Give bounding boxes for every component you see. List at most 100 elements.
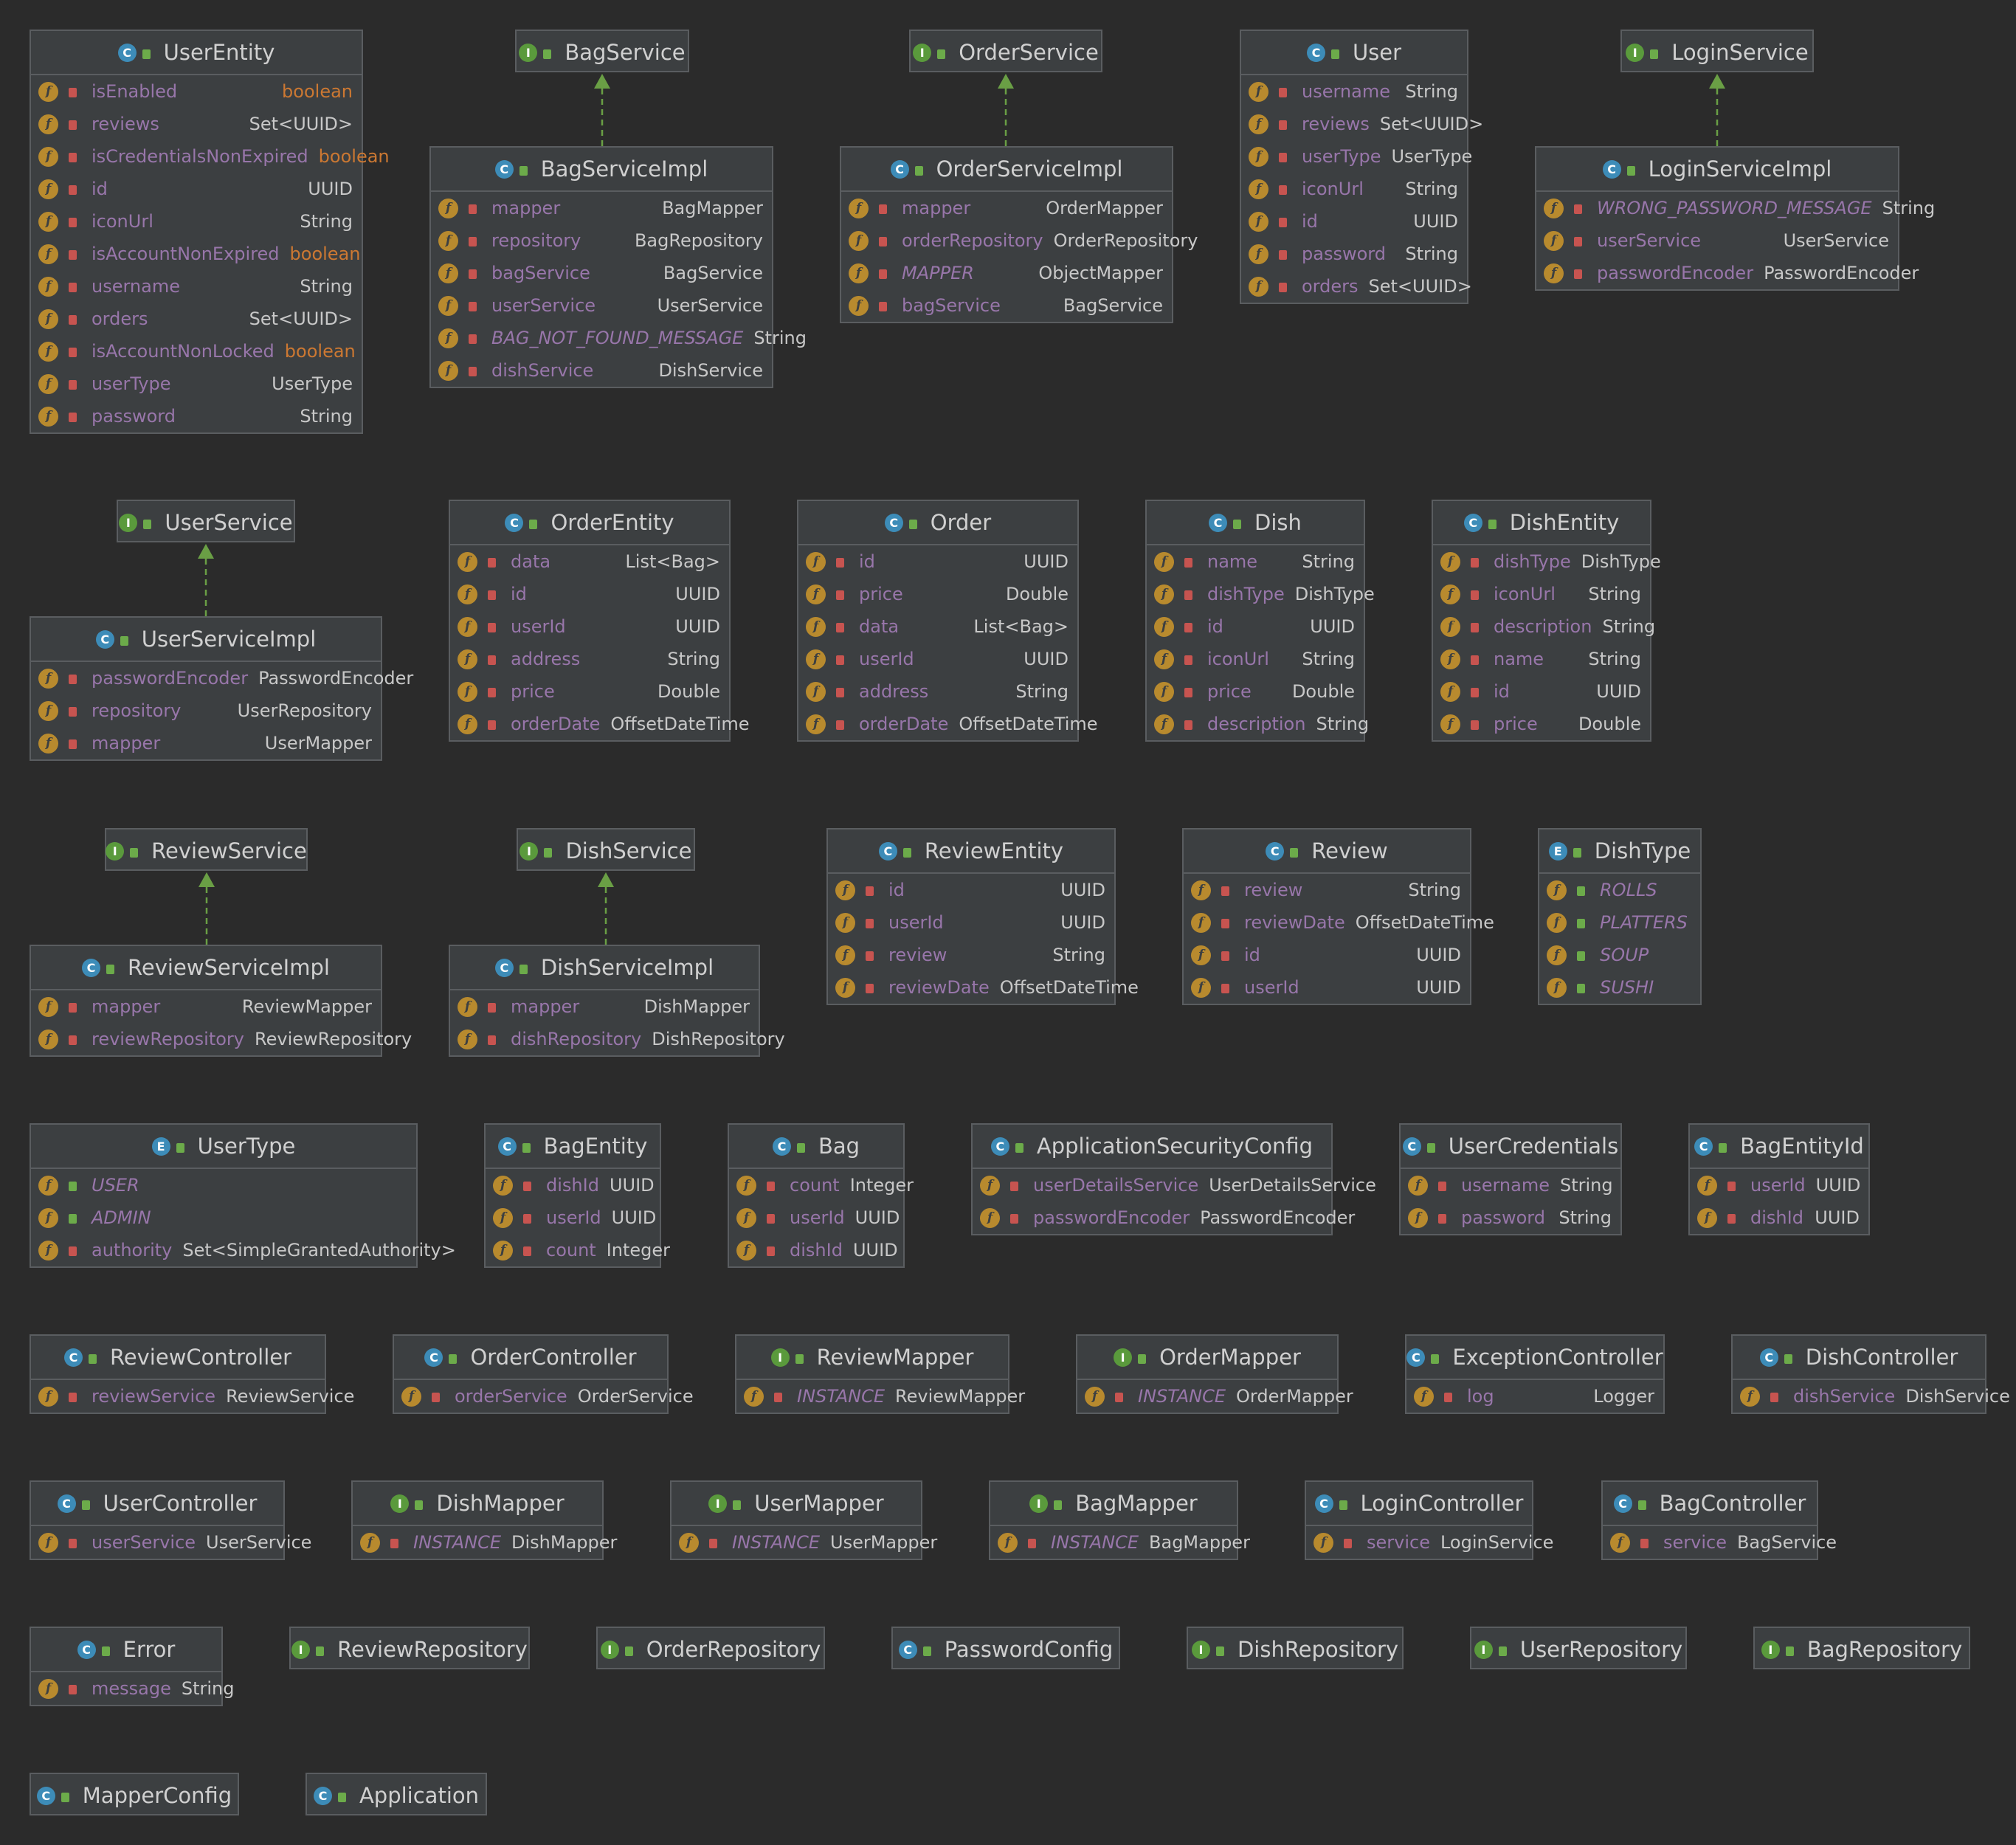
class-box-review-service-impl[interactable]: C ReviewServiceImpl f mapper ReviewMapper f re… (30, 945, 412, 1057)
class-header[interactable]: C ExceptionController (1406, 1336, 1663, 1380)
field-row[interactable]: f ROLLS (1539, 874, 1700, 906)
field-row[interactable]: f iconUrl String (1147, 643, 1364, 675)
class-box-order-service[interactable]: I OrderService (909, 30, 1102, 72)
class-box-review-mapper[interactable]: I ReviewMapper f INSTANCE ReviewMapper (735, 1334, 1025, 1414)
class-header[interactable]: I BagMapper (990, 1482, 1237, 1526)
class-header[interactable]: C DishServiceImpl (450, 946, 759, 990)
field-row[interactable]: f INSTANCE BagMapper (990, 1526, 1250, 1559)
class-header[interactable]: C ReviewController (31, 1336, 325, 1380)
class-box-review-entity[interactable]: C ReviewEntity f id UUID f userId UUID f review St… (826, 828, 1139, 1005)
class-box-review-repository[interactable]: I ReviewRepository (289, 1627, 530, 1669)
class-header[interactable]: C User (1241, 31, 1467, 75)
field-row[interactable]: f passwordEncoder PasswordEncoder (1536, 257, 1919, 289)
field-row[interactable]: f dishService DishService (431, 354, 772, 387)
class-header[interactable]: C Bag (729, 1125, 903, 1169)
class-header[interactable]: C ReviewServiceImpl (31, 946, 381, 990)
class-box-login-controller[interactable]: C LoginController f service LoginService (1305, 1480, 1553, 1560)
field-row[interactable]: f userId UUID (798, 643, 1077, 675)
field-row[interactable]: f MAPPER ObjectMapper (841, 257, 1172, 289)
field-row[interactable]: f authority Set<SimpleGrantedAuthority> (31, 1234, 456, 1266)
field-row[interactable]: f reviews Set<UUID> (1241, 108, 1483, 140)
class-header[interactable]: C LoginController (1306, 1482, 1532, 1526)
class-header[interactable]: I ReviewMapper (736, 1336, 1008, 1380)
field-row[interactable]: f userId UUID (450, 610, 729, 643)
field-row[interactable]: f userService UserService (431, 289, 772, 322)
field-row[interactable]: f message String (31, 1672, 234, 1705)
field-row[interactable]: f count Integer (486, 1234, 670, 1266)
field-row[interactable]: f reviewDate OffsetDateTime (1184, 906, 1494, 939)
class-box-review-service[interactable]: I ReviewService (105, 828, 308, 871)
field-row[interactable]: f mapper UserMapper (31, 727, 381, 759)
field-row[interactable]: f passwordEncoder PasswordEncoder (31, 662, 413, 694)
class-header[interactable]: E UserType (31, 1125, 416, 1169)
class-header[interactable]: C BagEntityId (1690, 1125, 1868, 1169)
field-row[interactable]: f dishType DishType (1147, 578, 1375, 610)
class-box-user-service[interactable]: I UserService (117, 500, 295, 542)
field-row[interactable]: f mapper ReviewMapper (31, 990, 381, 1023)
field-row[interactable]: f reviews Set<UUID> (31, 108, 362, 140)
field-row[interactable]: f username String (31, 270, 362, 303)
field-row[interactable]: f orders Set<UUID> (1241, 270, 1472, 303)
field-row[interactable]: f password String (31, 400, 362, 432)
class-box-bag-controller[interactable]: C BagController f service BagService (1601, 1480, 1837, 1560)
field-row[interactable]: f dishService DishService (1733, 1380, 2010, 1413)
field-row[interactable]: f PLATTERS (1539, 906, 1700, 939)
class-header[interactable]: I DishService (518, 830, 694, 872)
class-header[interactable]: C OrderServiceImpl (841, 148, 1172, 192)
field-row[interactable]: f orderDate OffsetDateTime (798, 708, 1098, 740)
class-header[interactable]: I BagRepository (1755, 1628, 1969, 1671)
field-row[interactable]: f id UUID (1241, 205, 1467, 238)
class-box-user-mapper[interactable]: I UserMapper f INSTANCE UserMapper (670, 1480, 937, 1560)
field-row[interactable]: f dishId UUID (1690, 1201, 1868, 1234)
class-box-user[interactable]: C User f username String f reviews Set<UUID> f us… (1240, 30, 1483, 304)
class-header[interactable]: E DishType (1539, 830, 1700, 874)
field-row[interactable]: f isAccountNonLocked boolean (31, 335, 362, 368)
class-box-bag-entity[interactable]: C BagEntity f dishId UUID f userId UUID f count In… (484, 1123, 670, 1268)
field-row[interactable]: f password String (1401, 1201, 1620, 1234)
class-box-user-type[interactable]: E UserType f USER f ADMIN f authority Set<Simple… (30, 1123, 456, 1268)
field-row[interactable]: f userId UUID (828, 906, 1114, 939)
field-row[interactable]: f passwordEncoder PasswordEncoder (973, 1201, 1355, 1234)
class-header[interactable]: I UserRepository (1471, 1628, 1685, 1671)
field-row[interactable]: f count Integer (729, 1169, 914, 1201)
class-header[interactable]: C Order (798, 501, 1077, 545)
field-row[interactable]: f userId UUID (1690, 1169, 1868, 1201)
class-header[interactable]: C LoginServiceImpl (1536, 148, 1898, 192)
field-row[interactable]: f id UUID (798, 545, 1077, 578)
class-header[interactable]: C PasswordConfig (893, 1628, 1119, 1671)
class-header[interactable]: I OrderMapper (1077, 1336, 1337, 1380)
class-header[interactable]: I UserService (118, 501, 294, 544)
class-box-application[interactable]: C Application (305, 1773, 487, 1815)
field-row[interactable]: f userId UUID (486, 1201, 660, 1234)
field-row[interactable]: f orderDate OffsetDateTime (450, 708, 750, 740)
field-row[interactable]: f userService UserService (1536, 224, 1898, 257)
class-header[interactable]: C BagController (1603, 1482, 1817, 1526)
class-box-user-service-impl[interactable]: C UserServiceImpl f passwordEncoder Password… (30, 616, 413, 761)
class-box-login-service[interactable]: I LoginService (1620, 30, 1814, 72)
field-row[interactable]: f bagService BagService (431, 257, 772, 289)
class-header[interactable]: C UserController (31, 1482, 283, 1526)
field-row[interactable]: f BAG_NOT_FOUND_MESSAGE String (431, 322, 807, 354)
class-header[interactable]: I ReviewRepository (291, 1628, 528, 1671)
field-row[interactable]: f id UUID (450, 578, 729, 610)
field-row[interactable]: f service BagService (1603, 1526, 1837, 1559)
field-row[interactable]: f ADMIN (31, 1201, 416, 1234)
class-box-exception-controller[interactable]: C ExceptionController f log Logger (1405, 1334, 1665, 1414)
field-row[interactable]: f id UUID (31, 173, 362, 205)
field-row[interactable]: f id UUID (1147, 610, 1364, 643)
class-box-dish-type[interactable]: E DishType f ROLLS f PLATTERS f SOUP f SUSHI (1538, 828, 1702, 1005)
class-header[interactable]: I LoginService (1622, 31, 1812, 74)
class-header[interactable]: C UserServiceImpl (31, 618, 381, 662)
class-header[interactable]: I OrderService (911, 31, 1101, 74)
class-header[interactable]: C OrderController (394, 1336, 667, 1380)
class-box-user-repository[interactable]: I UserRepository (1470, 1627, 1687, 1669)
class-header[interactable]: C DishController (1733, 1336, 1985, 1380)
field-row[interactable]: f userDetailsService UserDetailsService (973, 1169, 1376, 1201)
field-row[interactable]: f id UUID (1184, 939, 1470, 971)
class-box-user-controller[interactable]: C UserController f userService UserService (30, 1480, 311, 1560)
class-box-order-service-impl[interactable]: C OrderServiceImpl f mapper OrderMapper f orde… (840, 146, 1198, 323)
class-header[interactable]: C Review (1184, 830, 1470, 874)
field-row[interactable]: f dishType DishType (1433, 545, 1661, 578)
class-header[interactable]: C Dish (1147, 501, 1364, 545)
class-header[interactable]: I BagService (517, 31, 688, 74)
